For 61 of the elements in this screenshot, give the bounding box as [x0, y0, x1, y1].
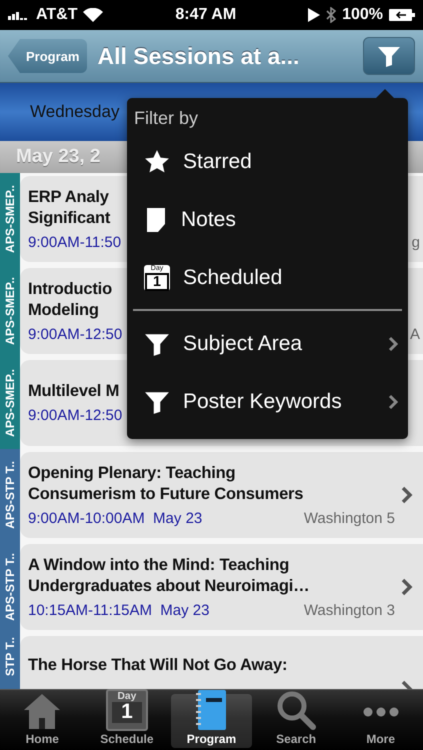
filter-option[interactable]: Starred	[127, 133, 408, 191]
track-tag: APS-SMEP..	[0, 265, 20, 357]
note-icon	[144, 207, 168, 233]
more-icon	[362, 707, 399, 717]
chevron-icon	[388, 336, 398, 352]
session-card[interactable]: A Window into the Mind: Teaching Undergraduates about Neuroimagi… 10:15AM-11:15AM May 23 Washington 3	[20, 544, 423, 630]
carrier-name: AT&T	[36, 6, 78, 24]
bluetooth-icon	[326, 7, 336, 23]
track-tag: STP T..	[0, 633, 20, 689]
calendar-icon: Day 1	[106, 689, 148, 731]
chevron-icon	[388, 394, 398, 410]
wifi-icon	[83, 8, 104, 22]
session-title: ERP Analy	[28, 188, 109, 206]
home-icon	[22, 692, 62, 730]
day-label[interactable]: Wednesday	[30, 102, 120, 122]
session-location: g	[412, 234, 420, 250]
session-title: Consumerism to Future Consumers	[28, 484, 304, 504]
session-time: 10:15AM-11:15AM May 23	[28, 602, 210, 618]
filter-option[interactable]: Notes	[127, 191, 408, 249]
session-card[interactable]: The Horse That Will Not Go Away:	[20, 636, 423, 689]
session-title: Multilevel M	[28, 382, 120, 401]
signal-icon	[8, 10, 30, 20]
session-location: Washington 5	[304, 510, 395, 526]
track-tag: APS-SMEP..	[0, 173, 20, 265]
session-time: 9:00AM-11:50	[28, 234, 122, 250]
session-time: 9:00AM-10:00AM May 23	[28, 510, 202, 526]
battery-icon	[389, 9, 415, 21]
session-location: A	[410, 326, 420, 342]
notebook-icon	[194, 690, 228, 730]
track-tag: APS-SMEP..	[0, 357, 20, 449]
track-tag: APS-STP T..	[0, 541, 20, 633]
popover-heading: Filter by	[133, 107, 200, 130]
screen-title: All Sessions at a...	[97, 42, 300, 70]
tab-item[interactable]: More	[340, 694, 421, 748]
session-title: The Horse That Will Not Go Away:	[28, 656, 288, 675]
session-time: 9:00AM-12:50	[28, 326, 122, 342]
tab-item[interactable]: Search	[256, 694, 336, 748]
date-text: May 23, 2	[16, 146, 100, 168]
chevron-icon	[401, 578, 413, 596]
session-title: Opening Plenary: Teaching	[28, 464, 236, 482]
filter-option[interactable]: Subject Area	[127, 315, 408, 373]
chevron-icon	[401, 486, 413, 504]
session-title: Modeling	[28, 300, 99, 320]
filter-icon	[377, 44, 401, 68]
session-time: 9:00AM-12:50	[28, 407, 122, 424]
session-location: Washington 3	[304, 602, 395, 618]
battery-level: 100%	[342, 6, 383, 24]
status-time: 8:47 AM	[175, 6, 236, 24]
back-button[interactable]: Program	[8, 39, 88, 73]
session-card[interactable]: Opening Plenary: Teaching Consumerism to Future Consumers 9:00AM-10:00AM May 23 Washington 5	[20, 452, 423, 538]
location-icon	[308, 8, 320, 22]
filter-option[interactable]: Poster Keywords	[127, 373, 408, 431]
search-icon	[276, 690, 316, 730]
filter-button[interactable]	[363, 37, 415, 75]
session-title: Undergraduates about Neuroimagi…	[28, 576, 310, 596]
star-icon	[144, 149, 170, 175]
track-tag: APS-STP T..	[0, 449, 20, 541]
session-title: Introductio	[28, 280, 112, 298]
session-title: A Window into the Mind: Teaching	[28, 556, 290, 574]
session-title: Significant	[28, 208, 110, 228]
tab-item[interactable]: Home	[2, 694, 83, 748]
